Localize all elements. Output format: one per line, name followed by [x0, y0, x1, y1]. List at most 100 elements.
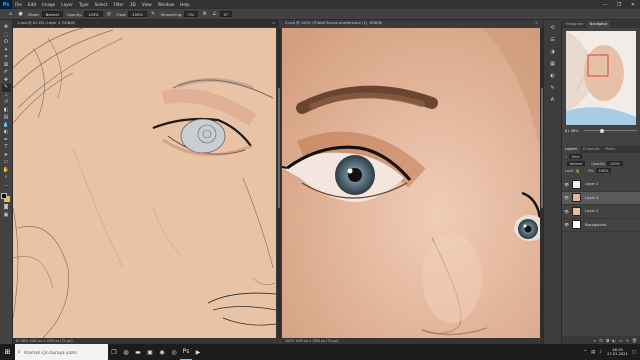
- reference-photo-canvas[interactable]: [282, 28, 540, 338]
- pressure-opacity-icon[interactable]: ◎: [106, 11, 113, 18]
- minimize-button[interactable]: —: [598, 0, 612, 9]
- drawing-canvas[interactable]: [13, 28, 276, 338]
- kind-filter-select[interactable]: Kind: [568, 154, 583, 159]
- smoothing-field[interactable]: 0%: [184, 11, 199, 17]
- menu-edit[interactable]: Edit: [25, 2, 39, 7]
- tab-histogram[interactable]: Histogram: [562, 21, 587, 28]
- zoom-tool-icon[interactable]: ⌕: [2, 174, 11, 182]
- opacity-field[interactable]: 100%: [84, 11, 103, 17]
- media-icon[interactable]: ▶: [192, 344, 204, 360]
- menu-view[interactable]: View: [139, 2, 155, 7]
- move-tool-icon[interactable]: ✥: [2, 24, 11, 32]
- visibility-eye-icon[interactable]: 👁: [564, 182, 569, 187]
- angle-field[interactable]: 0°: [220, 11, 233, 17]
- menu-type[interactable]: Type: [76, 2, 92, 7]
- pen-tool-icon[interactable]: ✒: [2, 137, 11, 145]
- menu-filter[interactable]: Filter: [110, 2, 126, 7]
- flow-field[interactable]: 100%: [128, 11, 147, 17]
- visibility-eye-icon[interactable]: 👁: [564, 222, 569, 227]
- blend-mode-select[interactable]: Normal: [567, 161, 586, 166]
- zoom-slider[interactable]: [583, 128, 637, 133]
- dodge-tool-icon[interactable]: ◐: [2, 129, 11, 137]
- visibility-eye-icon[interactable]: 👁: [564, 209, 569, 214]
- menu-select[interactable]: Select: [92, 2, 111, 7]
- menu-file[interactable]: File: [12, 2, 25, 7]
- document-tab-1[interactable]: 1.psd @ 81.4% (Layer 3, RGB/8) ×: [13, 20, 279, 27]
- close-button[interactable]: ✕: [626, 0, 640, 9]
- menu-image[interactable]: Image: [39, 2, 58, 7]
- group-icon[interactable]: ▭: [619, 338, 623, 343]
- tab-navigator[interactable]: Navigator: [586, 21, 611, 28]
- layer-opacity-field[interactable]: 100%: [607, 161, 623, 166]
- document-tab-2[interactable]: 2.psd @ 100% (©Wolf Sanna-shutterstock (…: [281, 20, 542, 27]
- path-select-tool-icon[interactable]: ➤: [2, 152, 11, 160]
- brush-settings-icon[interactable]: ✎: [548, 84, 558, 93]
- visibility-eye-icon[interactable]: 👁: [564, 195, 569, 200]
- canvas-scrollbar-left[interactable]: [277, 28, 281, 338]
- store-icon[interactable]: ▣: [144, 344, 156, 360]
- close-tab-icon[interactable]: ×: [535, 20, 538, 27]
- quick-select-tool-icon[interactable]: ✦: [2, 47, 11, 55]
- airbrush-icon[interactable]: ✎: [150, 11, 157, 18]
- stamp-tool-icon[interactable]: ⊥: [2, 92, 11, 100]
- brush-tool-icon[interactable]: ✎: [1, 84, 11, 92]
- fx-icon[interactable]: fx: [599, 338, 603, 343]
- menu-help[interactable]: Help: [177, 2, 193, 7]
- photoshop-taskbar-icon[interactable]: Ps: [180, 344, 192, 360]
- color-swatches[interactable]: [1, 193, 11, 204]
- settings-gear-icon[interactable]: ⚙: [201, 11, 208, 18]
- type-tool-icon[interactable]: T: [2, 144, 11, 152]
- marquee-tool-icon[interactable]: ⬚: [2, 32, 11, 40]
- navigator-preview[interactable]: [566, 31, 636, 125]
- clock[interactable]: 16:19 27.01.2021: [607, 348, 628, 357]
- zoom-slider-knob[interactable]: [599, 128, 604, 133]
- edge-browser-icon[interactable]: ◍: [120, 344, 132, 360]
- task-view-icon[interactable]: ❐: [108, 344, 120, 360]
- mode-select[interactable]: Normal: [41, 11, 63, 17]
- more-tools-icon[interactable]: …: [2, 182, 11, 190]
- crop-tool-icon[interactable]: ⌗: [2, 54, 11, 62]
- character-icon[interactable]: A: [548, 96, 558, 105]
- link-layers-icon[interactable]: ∞: [593, 338, 596, 343]
- eyedropper-tool-icon[interactable]: ✐: [2, 69, 11, 77]
- foreground-color-swatch[interactable]: [1, 193, 7, 199]
- tab-channels[interactable]: Channels: [580, 146, 603, 153]
- home-icon[interactable]: ⌂: [7, 11, 14, 18]
- notification-icon[interactable]: ▢: [632, 350, 636, 355]
- brush-preset-icon[interactable]: ●: [17, 11, 24, 18]
- scroll-thumb[interactable]: [278, 88, 280, 208]
- volume-icon[interactable]: ♪: [599, 350, 602, 355]
- close-tab-icon[interactable]: ×: [272, 20, 275, 27]
- tab-layers[interactable]: Layers: [562, 146, 580, 153]
- lasso-tool-icon[interactable]: ʘ: [2, 39, 11, 47]
- color-icon[interactable]: ◑: [548, 48, 558, 57]
- menu-window[interactable]: Window: [155, 2, 178, 7]
- adjustment-layer-icon[interactable]: ◐: [612, 338, 616, 343]
- chevron-up-icon[interactable]: ^: [583, 350, 587, 355]
- tab-paths[interactable]: Paths: [603, 146, 619, 153]
- fill-field[interactable]: 100%: [595, 168, 612, 173]
- shape-tool-icon[interactable]: ▭: [2, 159, 11, 167]
- adjustments-icon[interactable]: ◐: [548, 72, 558, 81]
- firefox-icon[interactable]: ◎: [168, 344, 180, 360]
- layer-row[interactable]: 👁 Layer 2: [562, 205, 640, 219]
- navigator-zoom-value[interactable]: 81.38%: [565, 129, 579, 133]
- mask-icon[interactable]: ◘: [606, 338, 609, 343]
- network-icon[interactable]: ▤: [591, 350, 595, 355]
- frame-tool-icon[interactable]: ⊠: [2, 62, 11, 70]
- menu-layer[interactable]: Layer: [58, 2, 76, 7]
- file-explorer-icon[interactable]: ▬: [132, 344, 144, 360]
- menu-3d[interactable]: 3D: [127, 2, 139, 7]
- chrome-icon[interactable]: ◉: [156, 344, 168, 360]
- history-icon[interactable]: ⟲: [548, 24, 558, 33]
- blur-tool-icon[interactable]: 💧: [2, 122, 11, 130]
- swatches-icon[interactable]: ▦: [548, 60, 558, 69]
- gradient-tool-icon[interactable]: ▤: [2, 114, 11, 122]
- quick-mask-icon[interactable]: ◙: [2, 204, 11, 212]
- screen-mode-icon[interactable]: ▣: [2, 212, 11, 220]
- taskbar-search-input[interactable]: ⌕ Aramak için buraya yazın: [15, 344, 108, 360]
- history-brush-icon[interactable]: ↺: [2, 99, 11, 107]
- new-layer-icon[interactable]: +: [626, 338, 629, 343]
- layer-row-selected[interactable]: 👁 Layer 3: [562, 191, 640, 205]
- lock-icon[interactable]: 🔒: [576, 169, 580, 173]
